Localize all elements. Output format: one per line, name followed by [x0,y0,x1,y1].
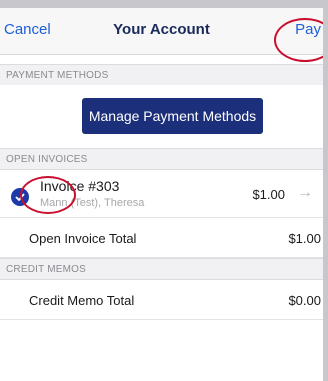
section-header-credit-memos: CREDIT MEMOS [0,258,323,280]
invoice-customer: Mann (Test), Theresa [40,197,145,209]
check-circle-icon[interactable] [11,188,29,206]
section-header-payment-methods: PAYMENT METHODS [0,64,323,86]
arrow-right-icon[interactable]: → [297,184,313,202]
section-header-open-invoices: OPEN INVOICES [0,148,323,170]
open-invoice-total-label: Open Invoice Total [29,231,137,246]
open-invoice-total-row: Open Invoice Total $1.00 [0,218,323,258]
pay-button[interactable]: Pay [295,21,321,38]
invoice-title: Invoice #303 [40,178,120,194]
invoice-amount: $1.00 [252,187,285,202]
credit-memo-total-row: Credit Memo Total $0.00 [0,280,323,320]
navigation-bar: Cancel Your Account Pay [0,8,323,55]
page-title: Your Account [113,21,210,38]
credit-memo-total-label: Credit Memo Total [29,293,135,308]
invoice-row[interactable]: Invoice #303 Mann (Test), Theresa $1.00 … [0,170,323,218]
open-invoice-total-value: $1.00 [288,231,321,246]
app-frame: Cancel Your Account Pay PAYMENT METHODS … [0,8,323,381]
credit-memo-total-value: $0.00 [288,293,321,308]
manage-payment-section: Manage Payment Methods [0,85,323,151]
manage-payment-methods-button[interactable]: Manage Payment Methods [82,98,263,134]
